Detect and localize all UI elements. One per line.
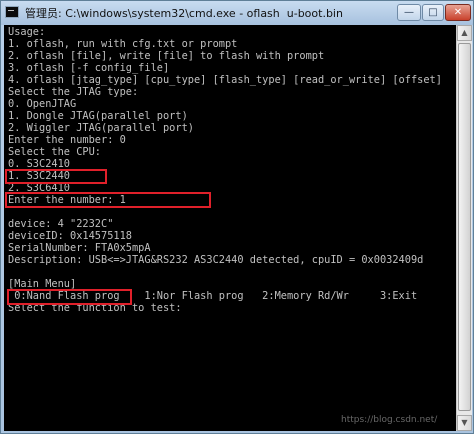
console-output[interactable]: Usage: 1. oflash, run with cfg.txt or pr…: [4, 25, 456, 431]
scrollbar-thumb[interactable]: [458, 43, 471, 411]
console-line: 2. Wiggler JTAG(parallel port): [8, 122, 194, 134]
console-line: 4. oflash [jtag_type] [cpu_type] [flash_…: [8, 74, 442, 86]
console-app-icon[interactable]: [5, 6, 19, 18]
title-bar[interactable]: 管理员: C:\windows\system32\cmd.exe - oflas…: [1, 1, 473, 25]
cmd-window: 管理员: C:\windows\system32\cmd.exe - oflas…: [0, 0, 474, 434]
console-line: 2. oflash [file], write [file] to flash …: [8, 50, 325, 62]
minimize-button[interactable]: —: [397, 4, 421, 21]
console-line: Select the JTAG type:: [8, 86, 139, 98]
console-line: deviceID: 0x14575118: [8, 230, 132, 242]
window-title: 管理员: C:\windows\system32\cmd.exe - oflas…: [25, 7, 343, 20]
console-line: 0. OpenJTAG: [8, 98, 77, 110]
console-line: Description: USB<=>JTAG&RS232 AS3C2440 d…: [8, 254, 424, 266]
console-line: Usage:: [8, 26, 46, 38]
console-line: 1. Dongle JTAG(parallel port): [8, 110, 188, 122]
console-line: device: 4 "2232C": [8, 218, 114, 230]
highlight-box-cpu-choice: [5, 169, 107, 184]
highlight-box-nand-flash: [7, 289, 132, 305]
highlight-box-enter-number: [5, 192, 211, 208]
console-line: 3. oflash [-f config_file]: [8, 62, 170, 74]
console-line: 1. oflash, run with cfg.txt or prompt: [8, 38, 238, 50]
close-button[interactable]: ✕: [445, 4, 471, 21]
vertical-scrollbar[interactable]: ▲ ▼: [456, 25, 472, 431]
scroll-up-arrow-icon[interactable]: ▲: [457, 25, 472, 41]
scroll-down-arrow-icon[interactable]: ▼: [457, 415, 472, 431]
watermark: https://blog.csdn.net/: [341, 415, 438, 425]
console-line: Select the CPU:: [8, 146, 101, 158]
maximize-button[interactable]: □: [422, 4, 444, 21]
console-line: SerialNumber: FTA0x5mpA: [8, 242, 151, 254]
console-line: Enter the number: 0: [8, 134, 126, 146]
